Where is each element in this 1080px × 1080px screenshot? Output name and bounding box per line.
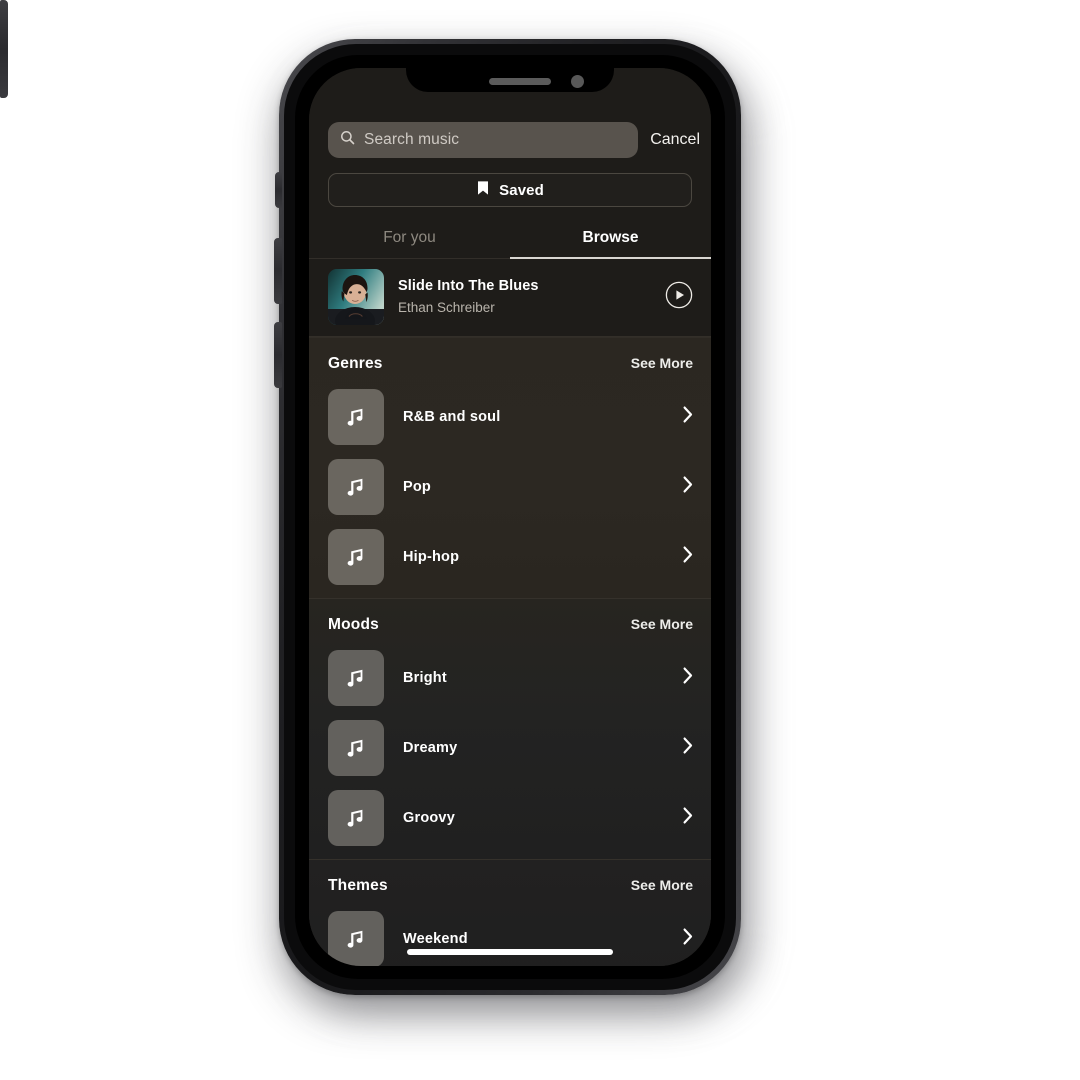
section-genres: Genres See More R&B and soul Pop Hip-hop: [309, 337, 711, 598]
section-genres-title: Genres: [328, 355, 383, 372]
chevron-right-icon: [683, 807, 693, 829]
search-input-placeholder: Search music: [364, 131, 460, 148]
screenshot-canvas: Search music Cancel Saved For you Browse: [0, 0, 1080, 1080]
category-label: Pop: [403, 479, 431, 495]
category-label: R&B and soul: [403, 409, 501, 425]
chevron-right-icon: [683, 476, 693, 498]
result-title: Slide Into The Blues: [398, 278, 539, 294]
category-label: Groovy: [403, 810, 455, 826]
see-more-genres-button[interactable]: See More: [631, 355, 693, 371]
see-more-themes-button[interactable]: See More: [631, 877, 693, 893]
search-icon: [340, 130, 355, 150]
result-meta: Slide Into The Blues Ethan Schreiber: [398, 277, 651, 317]
power-button[interactable]: [0, 0, 8, 98]
saved-button[interactable]: Saved: [328, 173, 692, 207]
category-row-rnb-and-soul[interactable]: R&B and soul: [309, 382, 711, 452]
play-circle-icon[interactable]: [665, 281, 693, 314]
cancel-button[interactable]: Cancel: [650, 131, 702, 149]
section-moods-title: Moods: [328, 616, 379, 633]
album-artwork: [328, 269, 384, 325]
section-themes-title: Themes: [328, 877, 388, 894]
category-label: Dreamy: [403, 740, 458, 756]
see-more-moods-button[interactable]: See More: [631, 616, 693, 632]
front-camera-icon: [571, 75, 584, 88]
music-note-icon: [328, 911, 384, 966]
music-search-app: Search music Cancel Saved For you Browse: [309, 68, 711, 966]
section-genres-header: Genres See More: [309, 337, 711, 382]
category-row-bright[interactable]: Bright: [309, 643, 711, 713]
volume-up-button[interactable]: [274, 238, 282, 304]
phone-screen: Search music Cancel Saved For you Browse: [309, 68, 711, 966]
search-row: Search music Cancel: [309, 122, 711, 158]
music-note-icon: [328, 529, 384, 585]
tab-for-you[interactable]: For you: [309, 223, 510, 258]
chevron-right-icon: [683, 667, 693, 689]
search-header: Search music Cancel Saved For you Browse: [309, 68, 711, 259]
category-row-weekend[interactable]: Weekend: [309, 904, 711, 966]
mute-switch-button[interactable]: [275, 172, 282, 208]
category-label: Bright: [403, 670, 447, 686]
earpiece-speaker-icon: [489, 78, 551, 85]
chevron-right-icon: [683, 737, 693, 759]
chevron-right-icon: [683, 546, 693, 568]
phone-notch: [406, 56, 614, 92]
tab-browse[interactable]: Browse: [510, 223, 711, 259]
music-note-icon: [328, 790, 384, 846]
chevron-right-icon: [683, 928, 693, 950]
home-indicator-bar[interactable]: [407, 949, 613, 955]
music-note-icon: [328, 650, 384, 706]
music-note-icon: [328, 459, 384, 515]
category-label: Weekend: [403, 931, 468, 947]
section-moods-header: Moods See More: [309, 598, 711, 643]
volume-down-button[interactable]: [274, 322, 282, 388]
category-label: Hip-hop: [403, 549, 460, 565]
category-row-groovy[interactable]: Groovy: [309, 783, 711, 853]
category-row-pop[interactable]: Pop: [309, 452, 711, 522]
saved-button-label: Saved: [499, 181, 544, 199]
category-row-hip-hop[interactable]: Hip-hop: [309, 522, 711, 592]
section-moods: Moods See More Bright Dreamy Groovy: [309, 598, 711, 859]
music-note-icon: [328, 720, 384, 776]
browse-scroll-area[interactable]: Slide Into The Blues Ethan Schreiber Gen…: [309, 259, 711, 966]
bookmark-icon: [476, 180, 490, 201]
music-note-icon: [328, 389, 384, 445]
result-artist: Ethan Schreiber: [398, 300, 495, 315]
section-themes-header: Themes See More: [309, 859, 711, 904]
search-input[interactable]: Search music: [328, 122, 639, 158]
category-row-dreamy[interactable]: Dreamy: [309, 713, 711, 783]
chevron-right-icon: [683, 406, 693, 428]
tab-bar: For you Browse: [309, 223, 711, 259]
search-result-row[interactable]: Slide Into The Blues Ethan Schreiber: [309, 259, 711, 337]
